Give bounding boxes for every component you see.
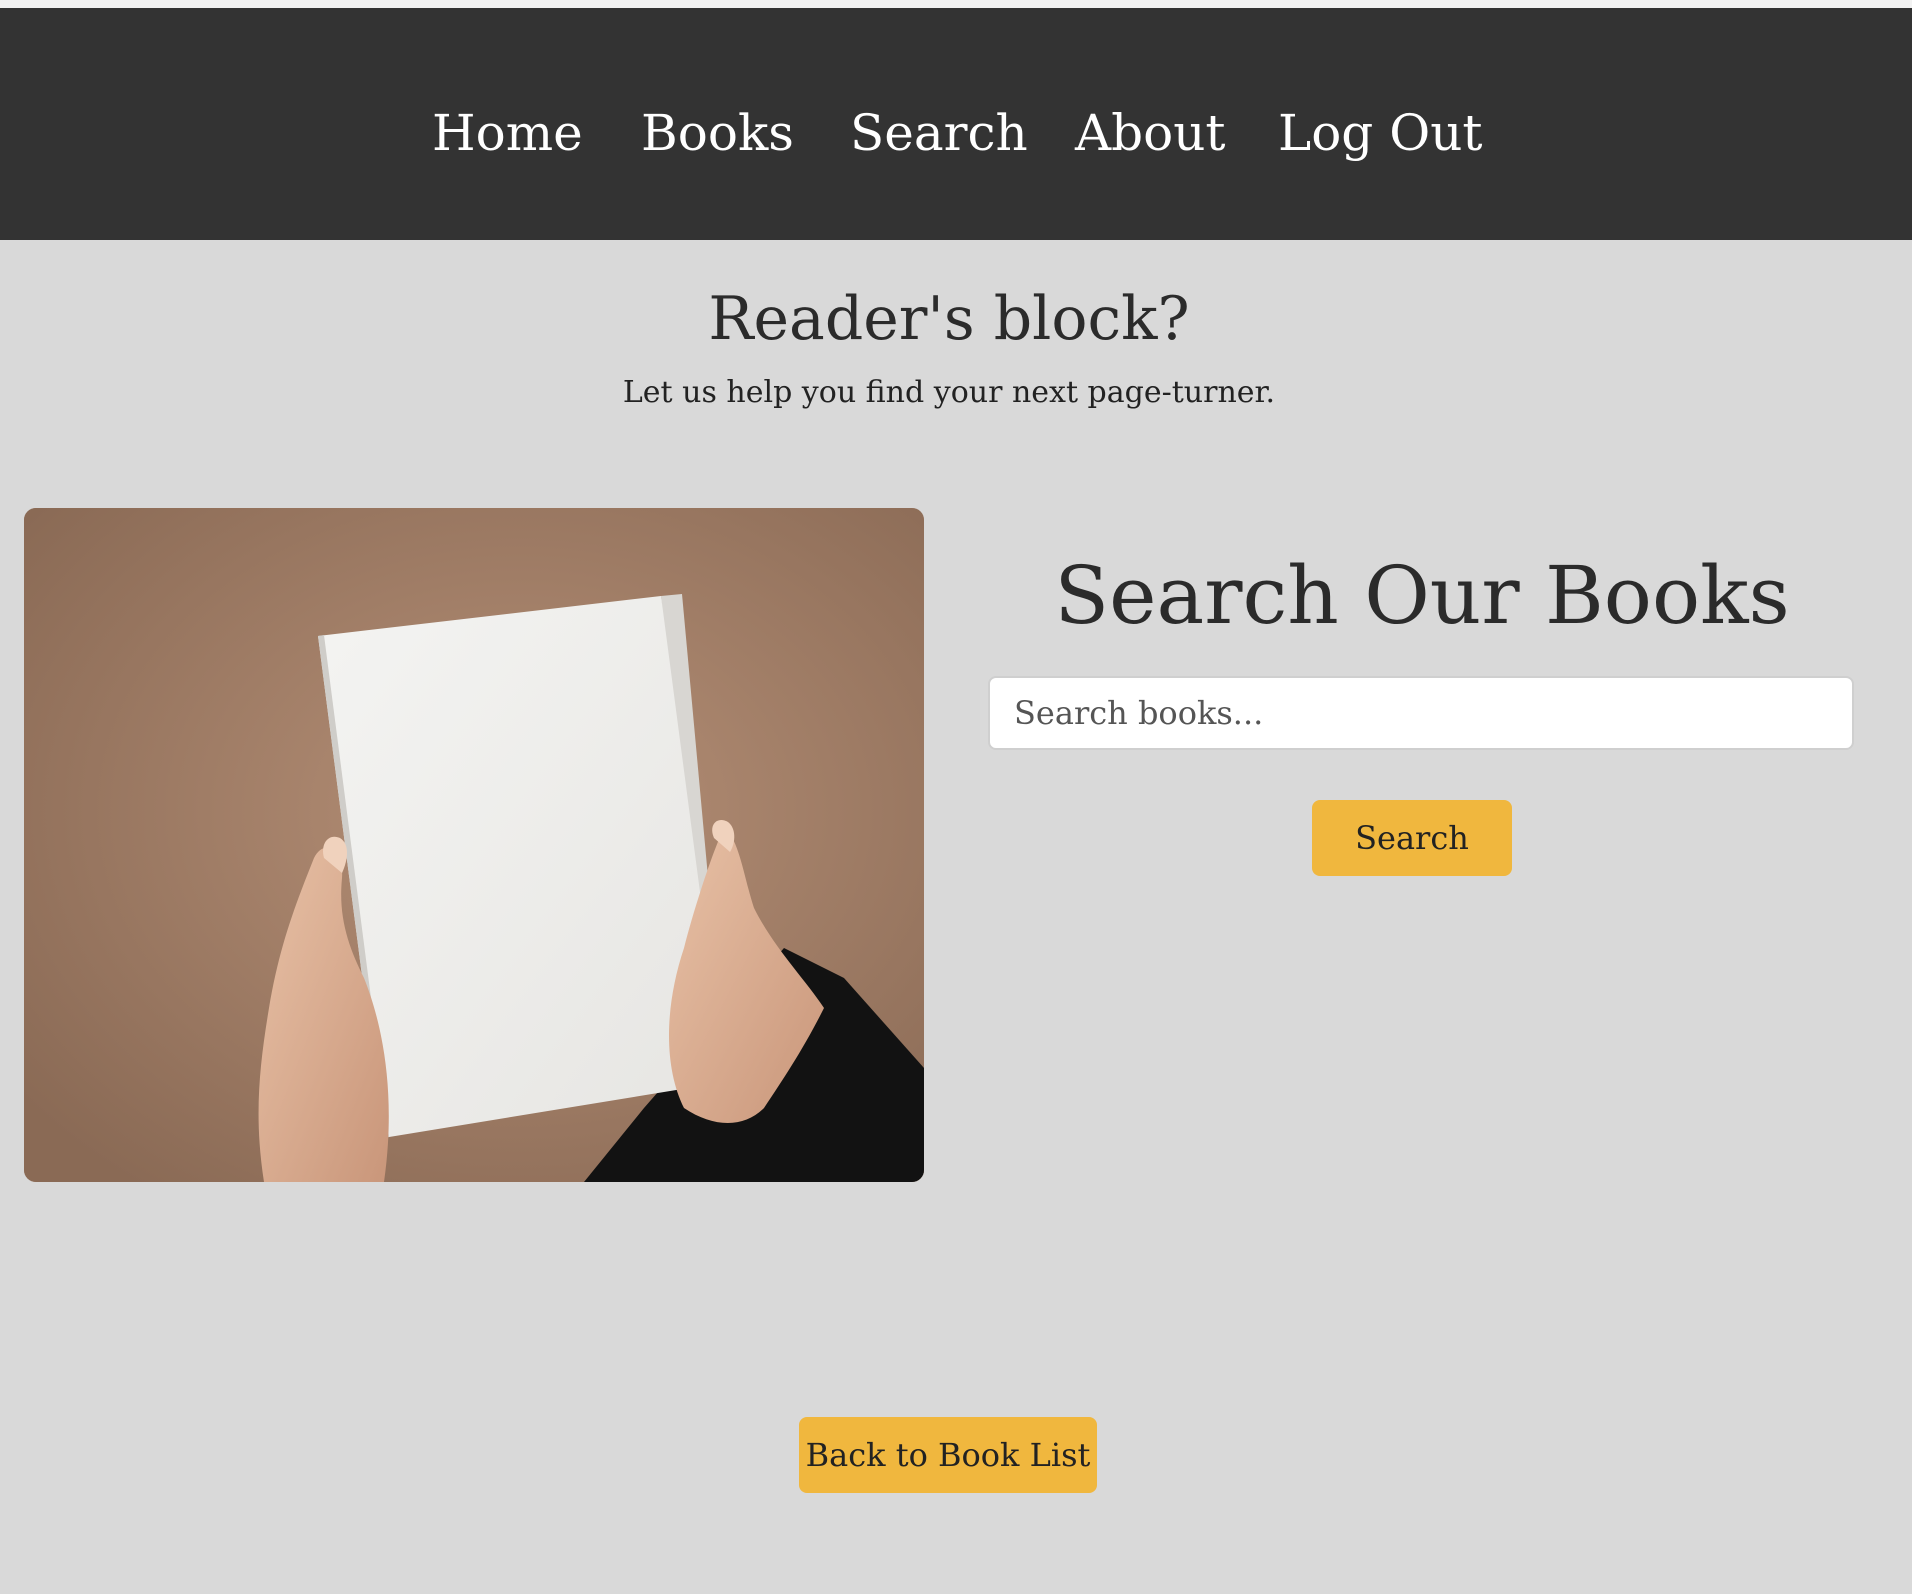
top-navbar: Home Books Search About Log Out <box>0 8 1912 240</box>
nav-link-home[interactable]: Home <box>432 100 583 166</box>
hero-title: Reader's block? <box>708 284 1190 354</box>
hero-subtitle: Let us help you find your next page-turn… <box>622 375 1276 410</box>
nav-link-about[interactable]: About <box>1075 100 1226 166</box>
book-in-hands-illustration <box>24 508 924 1182</box>
nav-link-search[interactable]: Search <box>850 100 1028 166</box>
window-top-edge <box>0 0 1912 8</box>
nav-link-books[interactable]: Books <box>641 100 794 166</box>
search-input[interactable] <box>988 676 1854 750</box>
hero-book-photo <box>24 508 924 1182</box>
back-to-book-list-button[interactable]: Back to Book List <box>799 1417 1097 1493</box>
nav-link-logout[interactable]: Log Out <box>1278 100 1483 166</box>
search-button[interactable]: Search <box>1312 800 1512 876</box>
search-section-title: Search Our Books <box>1054 549 1790 642</box>
